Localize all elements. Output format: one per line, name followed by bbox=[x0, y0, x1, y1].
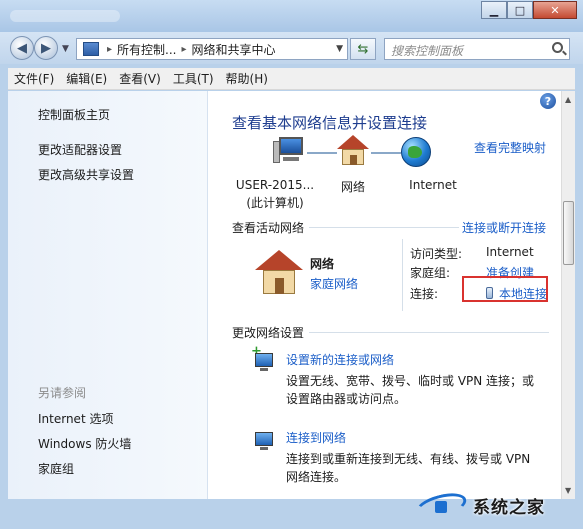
watermark-text: 系统之家 bbox=[473, 497, 545, 518]
watermark-logo-icon bbox=[413, 488, 473, 524]
menu-edit[interactable]: 编辑(E) bbox=[60, 70, 113, 87]
control-panel-icon bbox=[83, 42, 99, 56]
scroll-thumb[interactable] bbox=[563, 201, 574, 265]
page-title: 查看基本网络信息并设置连接 bbox=[232, 114, 428, 132]
change-settings-heading: 更改网络设置 bbox=[232, 326, 305, 340]
sidebar: 控制面板主页 更改适配器设置 更改高级共享设置 另请参阅 Internet 选项… bbox=[8, 91, 208, 499]
connection-label: 连接: bbox=[410, 287, 439, 301]
connect-to-network-link[interactable]: 连接到网络 bbox=[286, 429, 346, 446]
window-controls: ▁ □ ✕ bbox=[481, 1, 577, 19]
computer-label: USER-2015... bbox=[235, 178, 315, 192]
content-area: 控制面板主页 更改适配器设置 更改高级共享设置 另请参阅 Internet 选项… bbox=[8, 91, 575, 499]
menu-file[interactable]: 文件(F) bbox=[8, 70, 60, 87]
sidebar-internet-options[interactable]: Internet 选项 bbox=[38, 410, 113, 427]
close-button[interactable]: ✕ bbox=[533, 1, 577, 19]
house-icon[interactable] bbox=[337, 135, 369, 167]
computer-icon[interactable] bbox=[273, 135, 307, 169]
setup-new-connection-desc: 设置无线、宽带、拨号、临时或 VPN 连接；或 bbox=[286, 374, 535, 388]
refresh-button[interactable]: ⇆ bbox=[350, 38, 376, 60]
vertical-scrollbar[interactable]: ▲ ▼ bbox=[561, 91, 575, 499]
internet-label: Internet bbox=[409, 178, 457, 192]
search-icon[interactable] bbox=[552, 42, 563, 53]
connect-disconnect-link[interactable]: 连接或断开连接 bbox=[462, 219, 546, 236]
maximize-button[interactable]: □ bbox=[507, 1, 533, 19]
network-name: 网络 bbox=[310, 257, 335, 271]
menu-tools[interactable]: 工具(T) bbox=[167, 70, 220, 87]
breadcrumb-root[interactable]: 所有控制... bbox=[114, 41, 179, 58]
breadcrumb-current[interactable]: 网络和共享中心 bbox=[189, 41, 279, 58]
title-bar: ▁ □ ✕ bbox=[0, 0, 583, 32]
blurred-title bbox=[10, 10, 120, 22]
sidebar-change-advanced-sharing[interactable]: 更改高级共享设置 bbox=[38, 166, 134, 183]
active-networks-heading: 查看活动网络 bbox=[232, 221, 305, 235]
menu-view[interactable]: 查看(V) bbox=[113, 70, 167, 87]
setup-new-connection-desc: 设置路由器或访问点。 bbox=[286, 392, 407, 406]
menu-bar: 文件(F) 编辑(E) 查看(V) 工具(T) 帮助(H) bbox=[8, 68, 575, 90]
access-type-label: 访问类型: bbox=[410, 247, 463, 261]
help-icon[interactable]: ? bbox=[540, 93, 556, 109]
section-divider bbox=[309, 332, 549, 333]
chevron-down-icon[interactable]: ▼ bbox=[336, 44, 343, 54]
back-button[interactable]: ◀ bbox=[10, 36, 34, 60]
see-also-heading: 另请参阅 bbox=[38, 386, 87, 400]
connect-to-network-desc: 连接到或重新连接到无线、有线、拨号或 VPN bbox=[286, 452, 531, 466]
new-connection-icon[interactable]: + bbox=[251, 345, 279, 373]
homegroup-label: 家庭组: bbox=[410, 266, 451, 280]
network-label: 网络 bbox=[340, 180, 365, 194]
menu-help[interactable]: 帮助(H) bbox=[220, 70, 274, 87]
search-input[interactable]: 搜索控制面板 bbox=[384, 38, 570, 60]
map-connector-line bbox=[307, 152, 337, 154]
access-type-value: Internet bbox=[486, 245, 534, 259]
highlight-annotation bbox=[462, 276, 548, 302]
sidebar-change-adapter-settings[interactable]: 更改适配器设置 bbox=[38, 141, 122, 158]
see-full-map-link[interactable]: 查看完整映射 bbox=[474, 139, 546, 156]
connect-to-network-desc: 网络连接。 bbox=[286, 470, 347, 484]
arrow-right-icon: ▶ bbox=[41, 40, 51, 56]
refresh-icon: ⇆ bbox=[357, 41, 369, 57]
vertical-divider bbox=[402, 239, 403, 311]
connect-network-icon[interactable] bbox=[251, 426, 279, 452]
forward-button[interactable]: ▶ bbox=[34, 36, 58, 60]
history-dropdown-icon[interactable]: ▼ bbox=[62, 44, 69, 54]
arrow-left-icon: ◀ bbox=[17, 40, 27, 56]
network-type-link[interactable]: 家庭网络 bbox=[310, 275, 358, 292]
house-icon bbox=[255, 250, 303, 294]
search-placeholder: 搜索控制面板 bbox=[391, 44, 464, 58]
address-bar: ◀ ▶ ▼ ▸ 所有控制... ▸ 网络和共享中心 ▼ ⇆ 搜索控制面板 bbox=[0, 32, 583, 64]
minimize-button[interactable]: ▁ bbox=[481, 1, 507, 19]
section-divider bbox=[309, 227, 459, 228]
breadcrumb-separator[interactable]: ▸ bbox=[179, 44, 188, 55]
computer-sublabel: (此计算机) bbox=[246, 196, 304, 210]
setup-new-connection-link[interactable]: 设置新的连接或网络 bbox=[286, 351, 394, 368]
globe-icon[interactable] bbox=[401, 137, 431, 167]
map-connector-line bbox=[371, 152, 401, 154]
watermark: 系统之家 bbox=[413, 486, 578, 524]
sidebar-control-panel-home[interactable]: 控制面板主页 bbox=[38, 106, 110, 123]
sidebar-windows-firewall[interactable]: Windows 防火墙 bbox=[38, 435, 131, 452]
scroll-up-icon[interactable]: ▲ bbox=[565, 95, 571, 104]
breadcrumb-separator[interactable]: ▸ bbox=[105, 44, 114, 55]
sidebar-homegroup[interactable]: 家庭组 bbox=[38, 460, 74, 477]
address-box[interactable]: ▸ 所有控制... ▸ 网络和共享中心 ▼ bbox=[76, 38, 348, 60]
main-panel: ? 查看基本网络信息并设置连接 查看完整映射 USER-2015... (此计算… bbox=[209, 91, 561, 499]
